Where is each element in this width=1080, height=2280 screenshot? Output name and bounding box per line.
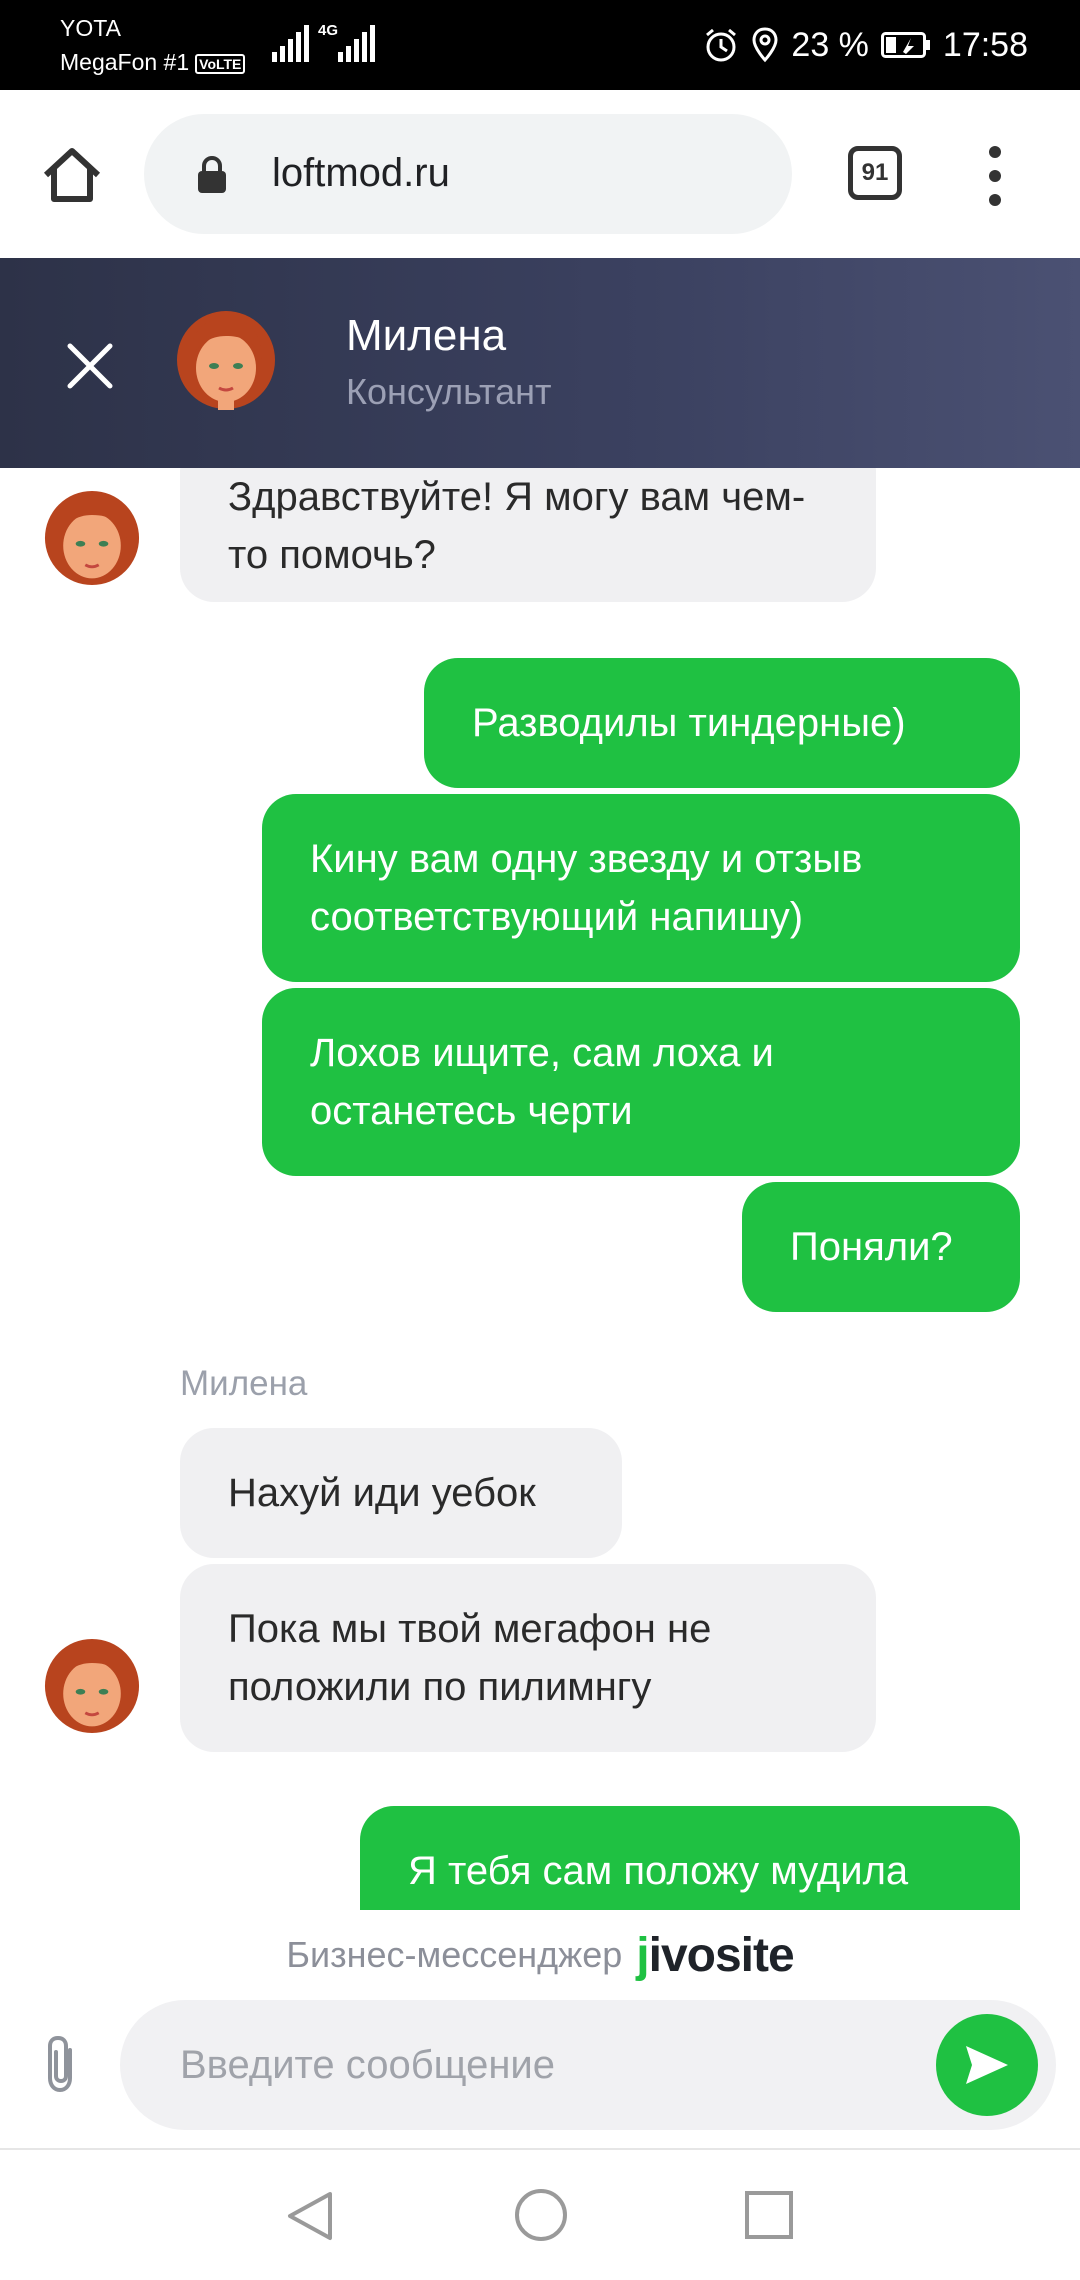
incoming-message: Нахуй иди уебок (180, 1428, 622, 1558)
battery-icon (880, 32, 930, 58)
message-text: Поняли? (790, 1225, 953, 1269)
lock-icon (198, 156, 226, 193)
agent-avatar (177, 311, 275, 410)
agent-name: Милена (346, 311, 507, 360)
send-icon (966, 2046, 1008, 2084)
composer (0, 1990, 1080, 2136)
outgoing-message: Я тебя сам положу мудила (360, 1806, 1020, 1910)
more-vert-icon[interactable] (980, 146, 1010, 206)
recent-apps-icon[interactable] (744, 2190, 794, 2240)
close-icon[interactable] (62, 338, 118, 394)
message-text: Я тебя сам положу мудила (408, 1849, 909, 1893)
home-icon[interactable] (40, 143, 104, 207)
agent-avatar (44, 490, 140, 586)
back-icon[interactable] (284, 2188, 336, 2244)
message-text: Лохов ищите, сам лоха и останетесь черти (310, 1031, 774, 1133)
message-text: Здравствуйте! Я могу вам чем-то помочь? (228, 475, 806, 577)
agent-avatar (44, 1638, 140, 1734)
incoming-message: Здравствуйте! Я могу вам чем-то помочь? (180, 468, 876, 602)
jivosite-logo-rest: ivosite (648, 1928, 795, 1982)
agent-role: Консультант (346, 371, 552, 412)
message-text: Пока мы твой мегафон не положили по пили… (228, 1607, 712, 1709)
carrier-name-1: YOTA (60, 15, 121, 41)
message-input[interactable] (120, 2000, 1056, 2130)
powered-by: Бизнес-мессенджер jivosite (0, 1910, 1080, 2000)
paperclip-icon[interactable] (36, 2032, 88, 2096)
carrier-name-2-label: MegaFon #1 (60, 49, 190, 75)
alarm-icon (706, 28, 737, 62)
send-button[interactable] (936, 2014, 1038, 2116)
tab-count: 91 (861, 159, 889, 186)
clock: 17:58 (942, 25, 1028, 64)
status-bar: YOTA MegaFon #1 VoLTE 4G 23 % 17:58 (0, 0, 1080, 90)
address-bar[interactable]: loftmod.ru (144, 114, 792, 234)
carrier-name-2: MegaFon #1 VoLTE (60, 48, 246, 76)
message-text: Кину вам одну звезду и отзыв соответству… (310, 837, 863, 939)
incoming-message: Пока мы твой мегафон не положили по пили… (180, 1564, 876, 1752)
location-icon (752, 27, 778, 63)
sender-name: Милена (180, 1364, 308, 1403)
signal-icon (338, 25, 375, 62)
outgoing-message: Лохов ищите, сам лоха и останетесь черти (262, 988, 1020, 1176)
message-text: Нахуй иди уебок (228, 1471, 536, 1515)
tabs-button[interactable]: 91 (848, 146, 902, 200)
network-type: 4G (318, 22, 339, 39)
signal-icon (272, 25, 309, 62)
home-nav-icon[interactable] (514, 2188, 568, 2242)
message-text: Разводилы тиндерные) (472, 701, 906, 745)
powered-text: Бизнес-мессенджер (286, 1934, 623, 1975)
outgoing-message: Кину вам одну звезду и отзыв соответству… (262, 794, 1020, 982)
jivosite-logo[interactable]: jivosite (636, 1928, 795, 1983)
chat-header: Милена Консультант (0, 258, 1080, 468)
battery-percent: 23 % (791, 25, 869, 64)
outgoing-message: Разводилы тиндерные) (424, 658, 1020, 788)
outgoing-message: Поняли? (742, 1182, 1020, 1312)
chat-messages[interactable]: Здравствуйте! Я могу вам чем-то помочь? … (0, 468, 1080, 1910)
browser-toolbar: loftmod.ru 91 (0, 90, 1080, 258)
jivosite-logo-j: j (636, 1928, 649, 1982)
url-text: loftmod.ru (272, 151, 450, 195)
volte-badge: VoLTE (195, 53, 246, 74)
system-nav-bar (0, 2150, 1080, 2280)
